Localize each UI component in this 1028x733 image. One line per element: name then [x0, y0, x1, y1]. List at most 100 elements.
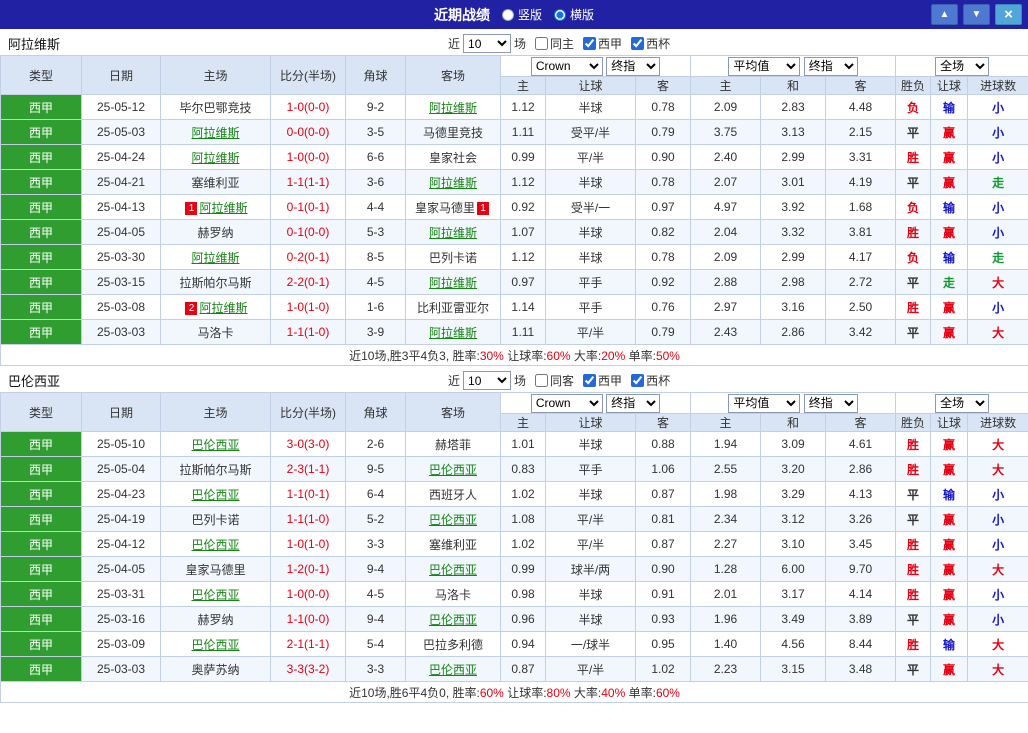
focus-team-link[interactable]: 巴伦西亚	[191, 488, 239, 502]
goals-cell: 大	[967, 456, 1028, 482]
focus-team-link[interactable]: 阿拉维斯	[191, 251, 239, 265]
euro-draw-cell: 3.32	[760, 219, 827, 245]
euro-draw-cell: 3.20	[760, 456, 827, 482]
euro-away-cell: 3.42	[825, 319, 897, 345]
focus-team-link[interactable]: 巴伦西亚	[429, 513, 477, 527]
asia-stage-select[interactable]: 终指	[606, 56, 661, 76]
scroll-up-button[interactable]: ▲	[931, 4, 958, 25]
asia-line-cell: 半球	[545, 219, 636, 245]
laliga-checkbox-label[interactable]: 西甲	[577, 372, 622, 389]
copa-checkbox-label[interactable]: 西杯	[625, 372, 670, 389]
bookmaker-select[interactable]: Crown	[530, 56, 603, 76]
home-team-cell: 马洛卡	[160, 319, 271, 345]
layout-radio-horizontal[interactable]: 横版	[554, 6, 594, 23]
euro-source-select[interactable]: 平均值	[728, 56, 801, 76]
same-home-checkbox-label[interactable]: 同主	[529, 35, 574, 52]
league-cell: 西甲	[0, 219, 82, 245]
same-home-checkbox[interactable]	[535, 37, 549, 50]
focus-team-link[interactable]: 阿拉维斯	[429, 176, 477, 190]
focus-team-link[interactable]: 阿拉维斯	[191, 151, 239, 165]
col-header-asia-line: 让球	[545, 76, 636, 95]
focus-team-link[interactable]: 巴伦西亚	[429, 463, 477, 477]
focus-team-link[interactable]: 阿拉维斯	[429, 326, 477, 340]
euro-draw-cell: 6.00	[760, 556, 827, 582]
date-cell: 25-03-31	[81, 581, 161, 607]
asia-line-cell: 平/半	[545, 144, 636, 170]
copa-checkbox[interactable]	[631, 374, 645, 387]
close-button[interactable]: ×	[995, 4, 1022, 25]
col-header-asia-away: 客	[634, 76, 692, 95]
euro-away-cell: 4.48	[825, 94, 897, 120]
focus-team-link[interactable]: 巴伦西亚	[191, 588, 239, 602]
focus-team-link[interactable]: 巴伦西亚	[429, 613, 477, 627]
euro-draw-cell: 3.92	[760, 194, 827, 220]
focus-team-link[interactable]: 阿拉维斯	[199, 301, 247, 315]
euro-away-cell: 3.81	[825, 219, 897, 245]
handicap-result-cell: 输	[930, 94, 969, 120]
date-cell: 25-03-30	[81, 244, 161, 270]
asia-away-cell: 0.82	[634, 219, 692, 245]
corner-cell: 5-3	[345, 219, 406, 245]
scope-filter-cell: 全场	[895, 392, 1028, 414]
focus-team-link[interactable]: 巴伦西亚	[429, 563, 477, 577]
team-name: 巴列卡诺	[191, 512, 240, 527]
copa-checkbox[interactable]	[631, 37, 645, 50]
euro-home-cell: 2.97	[690, 294, 762, 320]
col-header-asia-home: 主	[500, 76, 546, 95]
handicap-result-cell: 赢	[930, 556, 969, 582]
away-team-cell: 阿拉维斯	[405, 219, 501, 245]
copa-checkbox-label[interactable]: 西杯	[625, 35, 670, 52]
date-cell: 25-03-09	[81, 631, 161, 657]
team-name: 马德里竞技	[422, 125, 483, 140]
focus-team-link[interactable]: 巴伦西亚	[191, 538, 239, 552]
scope-select[interactable]: 全场	[935, 393, 990, 413]
scope-select[interactable]: 全场	[935, 56, 990, 76]
filter-row: 类型 日期 主场 比分(半场) 角球 客场 Crown 终指 平均值 终指 全场	[0, 392, 1028, 432]
away-team-cell: 巴列卡诺	[405, 244, 501, 270]
focus-team-link[interactable]: 阿拉维斯	[199, 201, 247, 215]
away-team-cell: 巴伦西亚	[405, 556, 501, 582]
home-team-cell: 毕尔巴鄂竞技	[160, 94, 271, 120]
date-cell: 25-05-04	[81, 456, 161, 482]
recent-count-select[interactable]: 10	[463, 371, 512, 390]
euro-draw-cell: 3.17	[760, 581, 827, 607]
layout-radio-vertical[interactable]: 竖版	[501, 6, 542, 23]
euro-home-cell: 2.43	[690, 319, 762, 345]
laliga-checkbox-label[interactable]: 西甲	[577, 35, 622, 52]
focus-team-link[interactable]: 巴伦西亚	[191, 438, 239, 452]
asia-stage-select[interactable]: 终指	[606, 393, 661, 413]
section-team-name: 巴伦西亚	[8, 374, 61, 389]
score-cell: 2-3(1-1)	[270, 456, 346, 482]
focus-team-link[interactable]: 阿拉维斯	[429, 276, 477, 290]
match-row: 西甲 25-04-05 皇家马德里 1-2(0-1) 9-4 巴伦西亚 0.99 球半/两 0.…	[0, 556, 1028, 582]
focus-team-link[interactable]: 阿拉维斯	[429, 101, 477, 115]
match-row: 西甲 25-05-10 巴伦西亚 3-0(3-0) 2-6 赫塔菲 1.01 半球 0.88 1.…	[0, 431, 1028, 457]
bookmaker-select[interactable]: Crown	[530, 393, 603, 413]
team-name: 赫塔菲	[434, 437, 471, 452]
euro-source-select[interactable]: 平均值	[728, 393, 801, 413]
score-cell: 1-0(0-0)	[270, 144, 346, 170]
result-cell: 胜	[895, 556, 932, 582]
euro-away-cell: 2.50	[825, 294, 897, 320]
euro-away-cell: 9.70	[825, 556, 897, 582]
focus-team-link[interactable]: 巴伦西亚	[191, 638, 239, 652]
asia-line-cell: 半球	[545, 481, 636, 507]
away-team-cell: 巴伦西亚	[405, 506, 501, 532]
same-away-checkbox-label[interactable]: 同客	[529, 372, 574, 389]
laliga-checkbox[interactable]	[583, 374, 597, 387]
league-cell: 西甲	[0, 631, 82, 657]
euro-stage-select[interactable]: 终指	[803, 393, 858, 413]
focus-team-link[interactable]: 阿拉维斯	[191, 126, 239, 140]
focus-team-link[interactable]: 巴伦西亚	[429, 663, 477, 677]
league-cell: 西甲	[0, 456, 82, 482]
scroll-down-button[interactable]: ▼	[963, 4, 990, 25]
col-header-home: 主场	[160, 55, 271, 95]
euro-home-cell: 2.04	[690, 219, 762, 245]
same-away-checkbox[interactable]	[535, 374, 549, 387]
laliga-checkbox[interactable]	[583, 37, 597, 50]
euro-stage-select[interactable]: 终指	[803, 56, 858, 76]
col-header-corner: 角球	[345, 392, 406, 432]
recent-count-select[interactable]: 10	[463, 34, 512, 53]
result-cell: 胜	[895, 144, 932, 170]
focus-team-link[interactable]: 阿拉维斯	[429, 226, 477, 240]
